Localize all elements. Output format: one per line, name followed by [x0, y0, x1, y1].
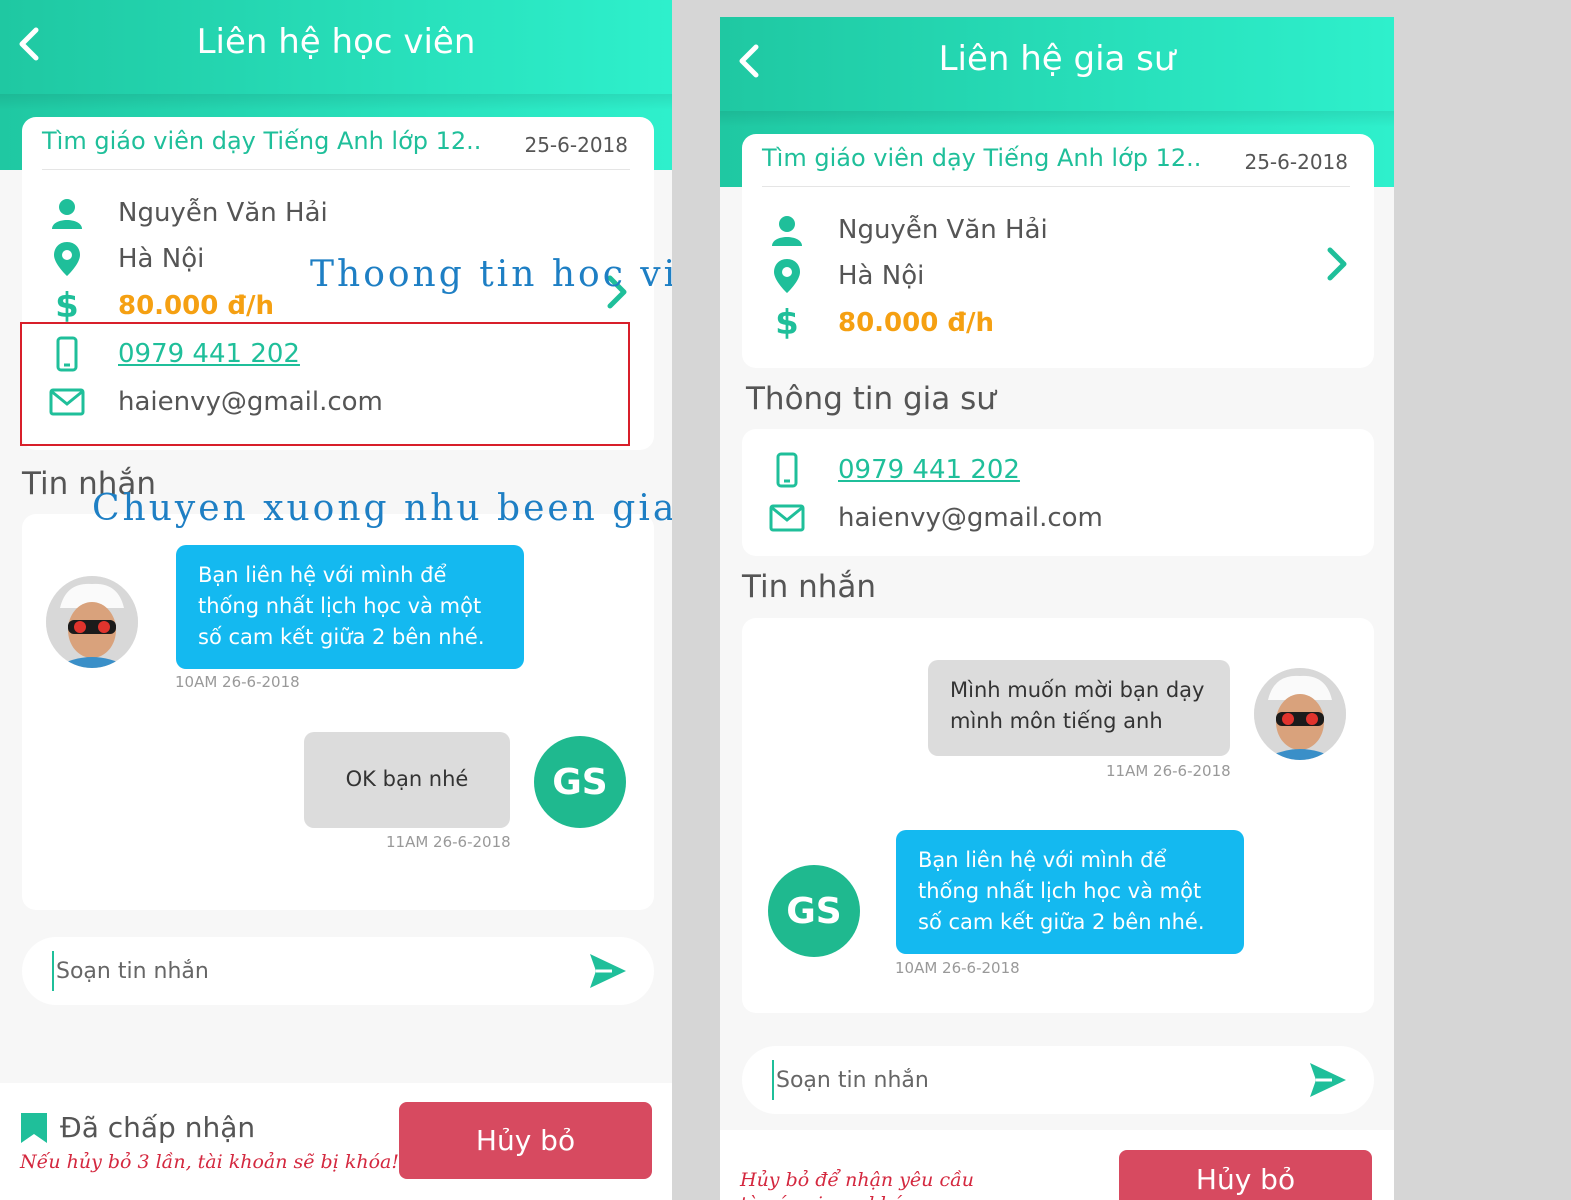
message-timestamp: 10AM 26-6-2018: [895, 959, 1020, 977]
right-screen: Liên hệ gia sư Tìm giáo viên dạy Tiếng A…: [720, 17, 1394, 1200]
avatar-photo-icon: [1254, 668, 1346, 760]
price-row: $ 80.000 đ/h: [48, 286, 274, 326]
message-input[interactable]: [52, 951, 532, 991]
message-timestamp: 11AM 26-6-2018: [1106, 762, 1231, 780]
student-avatar: [46, 576, 138, 668]
email-text[interactable]: haienvy@gmail.com: [838, 503, 1103, 533]
job-title[interactable]: Tìm giáo viên dạy Tiếng Anh lớp 12..: [762, 144, 1201, 172]
annotation-info-note: Thoong tin hoc vien: [310, 254, 672, 295]
header-shadow: [720, 111, 1394, 127]
message-bubble-outgoing: OK bạn nhé: [304, 732, 510, 828]
message-composer: [22, 937, 654, 1005]
message-bubble-outgoing: Mình muốn mời bạn dạy mình môn tiếng anh: [928, 660, 1230, 756]
email-row: haienvy@gmail.com: [768, 499, 1103, 537]
annotation-highlight-box: [20, 322, 630, 446]
message-composer: [742, 1046, 1374, 1114]
message-input[interactable]: [772, 1060, 1252, 1100]
price-value: 80.000 đ/h: [118, 291, 274, 321]
tutor-contact-card: 0979 441 202 haienvy@gmail.com: [742, 429, 1374, 556]
tutor-avatar: GS: [768, 865, 860, 957]
back-button[interactable]: [734, 41, 774, 81]
student-avatar: [1254, 668, 1346, 760]
annotation-move-note: Chuyen xuong nhu been gia su: [92, 488, 672, 529]
message-bubble-incoming: Bạn liên hệ với mình để thống nhất lịch …: [896, 830, 1244, 954]
chevron-right-icon: [1327, 247, 1347, 281]
phone-row: 0979 441 202: [768, 451, 1020, 489]
job-title[interactable]: Tìm giáo viên dạy Tiếng Anh lớp 12..: [42, 127, 481, 155]
location-pin-icon: [768, 257, 806, 295]
bookmark-icon: [21, 1112, 47, 1143]
back-icon: [19, 27, 39, 61]
header-shadow: [0, 94, 672, 110]
price-row: $ 80.000 đ/h: [768, 303, 994, 343]
job-date: 25-6-2018: [1244, 150, 1348, 174]
send-button[interactable]: [1308, 1061, 1348, 1099]
left-screen: Liên hệ học viên Tìm giáo viên dạy Tiếng…: [0, 0, 672, 1200]
phone-icon: [768, 451, 806, 489]
name-row: Nguyễn Văn Hải: [48, 194, 328, 232]
messages-card: Mình muốn mời bạn dạy mình môn tiếng anh…: [742, 618, 1374, 1013]
user-icon: [48, 194, 86, 232]
price-value: 80.000 đ/h: [838, 308, 994, 338]
tutor-info-label: Thông tin gia sư: [746, 381, 996, 417]
student-location: Hà Nội: [838, 261, 925, 291]
student-name: Nguyễn Văn Hải: [838, 215, 1048, 245]
divider: [42, 169, 630, 170]
message-bubble-incoming: Bạn liên hệ với mình để thống nhất lịch …: [176, 545, 524, 669]
job-date: 25-6-2018: [524, 133, 628, 157]
page-title: Liên hệ học viên: [196, 22, 476, 62]
bottom-bar: Đã chấp nhận Nếu hủy bỏ 3 lần, tài khoản…: [0, 1083, 672, 1200]
divider: [762, 186, 1350, 187]
accepted-label: Đã chấp nhận: [60, 1111, 256, 1144]
messages-label: Tin nhắn: [742, 569, 877, 605]
messages-card: Bạn liên hệ với mình để thống nhất lịch …: [22, 514, 654, 910]
message-timestamp: 10AM 26-6-2018: [175, 673, 300, 691]
avatar-photo-icon: [46, 576, 138, 668]
back-button[interactable]: [14, 24, 54, 64]
send-icon: [1310, 1063, 1346, 1097]
name-row: Nguyễn Văn Hải: [768, 211, 1048, 249]
student-location: Hà Nội: [118, 244, 205, 274]
cancel-button[interactable]: Hủy bỏ: [1119, 1150, 1372, 1200]
send-button[interactable]: [588, 952, 628, 990]
student-name: Nguyễn Văn Hải: [118, 198, 328, 228]
user-icon: [768, 211, 806, 249]
mail-icon: [768, 499, 806, 537]
bottom-bar: Hủy bỏ để nhận yêu cầu từ các gia sư khá…: [720, 1130, 1394, 1200]
send-icon: [590, 954, 626, 988]
cancel-note: Hủy bỏ để nhận yêu cầu từ các gia sư khá…: [740, 1169, 974, 1200]
location-pin-icon: [48, 240, 86, 278]
page-title: Liên hệ gia sư: [938, 39, 1176, 79]
location-row: Hà Nội: [768, 257, 924, 295]
dollar-icon: $: [55, 286, 79, 326]
dollar-icon: $: [775, 303, 799, 343]
location-row: Hà Nội: [48, 240, 204, 278]
details-chevron[interactable]: [1322, 244, 1352, 284]
job-info-card[interactable]: Tìm giáo viên dạy Tiếng Anh lớp 12.. 25-…: [742, 134, 1374, 368]
phone-link[interactable]: 0979 441 202: [838, 455, 1020, 485]
cancel-warning: Nếu hủy bỏ 3 lần, tài khoản sẽ bị khóa!: [20, 1151, 399, 1173]
accepted-status: Đã chấp nhận: [20, 1111, 255, 1144]
message-timestamp: 11AM 26-6-2018: [386, 833, 511, 851]
tutor-avatar: GS: [534, 736, 626, 828]
back-icon: [739, 44, 759, 78]
cancel-button[interactable]: Hủy bỏ: [399, 1102, 652, 1179]
